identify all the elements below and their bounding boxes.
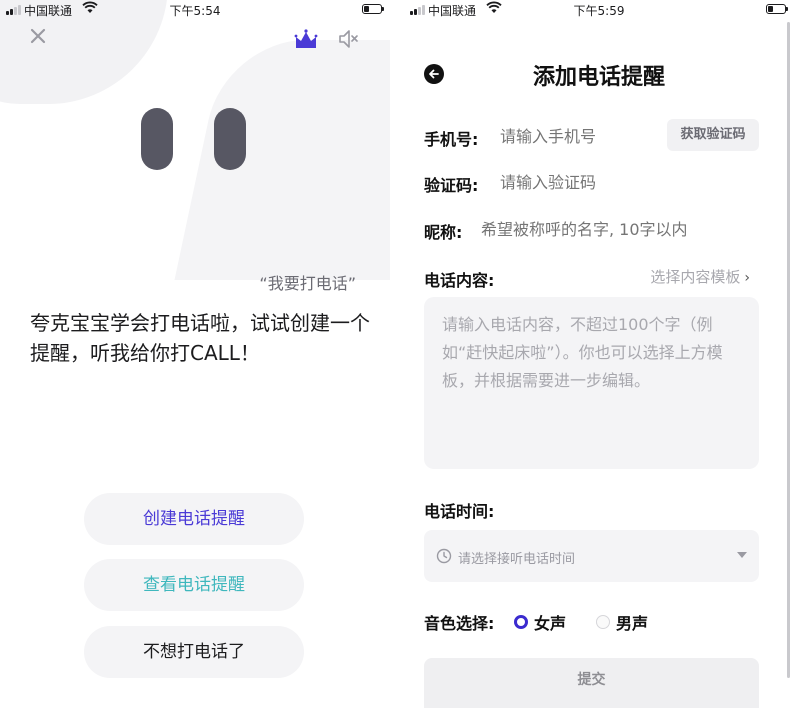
time-select-placeholder: 请选择接听电话时间	[458, 552, 576, 567]
code-label: 验证码:	[424, 176, 479, 195]
mute-button[interactable]	[338, 29, 360, 49]
status-bar: 中国联通 下午5:59	[404, 0, 794, 20]
decline-button[interactable]: 不想打电话了	[84, 626, 304, 678]
voice-male-radio[interactable]: 男声	[596, 610, 648, 634]
panel-divider	[390, 0, 404, 708]
phone-label: 手机号:	[424, 130, 479, 149]
voice-male-label: 男声	[616, 614, 649, 633]
radio-selected-icon	[514, 615, 528, 629]
content-placeholder: 请输入电话内容，不超过100个字（例如“赶快起床啦”）。你也可以选择上方模板，并…	[442, 315, 723, 390]
submit-button[interactable]: 提交	[424, 658, 759, 708]
close-button[interactable]	[28, 28, 48, 48]
close-icon	[30, 28, 46, 44]
speaker-mute-icon	[339, 30, 358, 48]
content-label: 电话内容:	[424, 271, 495, 290]
radio-unselected-icon	[596, 615, 610, 629]
background-shape	[174, 40, 390, 280]
crown-button[interactable]	[294, 28, 318, 50]
add-reminder-screen: 中国联通 下午5:59 添加电话提醒 手机号: 获取验证码 验证码: 昵称: 电…	[404, 0, 794, 708]
scrollbar[interactable]	[787, 22, 790, 678]
status-time: 下午5:54	[169, 4, 221, 18]
time-label: 电话时间:	[424, 502, 495, 521]
battery-icon	[766, 4, 788, 14]
page-title: 添加电话提醒	[532, 65, 665, 90]
clock-icon	[436, 548, 452, 564]
time-select[interactable]: 请选择接听电话时间	[424, 530, 759, 582]
view-reminders-button[interactable]: 查看电话提醒	[84, 559, 304, 611]
get-code-button[interactable]: 获取验证码	[667, 119, 759, 151]
mascot-right-eye	[214, 108, 246, 170]
voice-label: 音色选择:	[424, 614, 495, 633]
nickname-label: 昵称:	[424, 223, 463, 242]
speech-quote: “我要打电话”	[259, 274, 356, 293]
choose-template-link[interactable]: 选择内容模板 ›	[650, 266, 750, 287]
battery-icon	[362, 4, 384, 14]
code-input[interactable]	[500, 173, 740, 192]
phone-input[interactable]	[500, 127, 660, 146]
create-reminder-button[interactable]: 创建电话提醒	[84, 493, 304, 545]
voice-female-radio[interactable]: 女声	[514, 610, 566, 634]
voice-female-label: 女声	[534, 614, 567, 633]
dropdown-caret-icon	[737, 552, 747, 558]
status-bar: 中国联通 下午5:54	[0, 0, 390, 20]
nickname-input[interactable]	[481, 220, 751, 239]
intro-text: 夸克宝宝学会打电话啦，试试创建一个提醒，听我给你打CALL！	[30, 311, 370, 365]
crown-icon	[294, 29, 318, 48]
content-textarea[interactable]: 请输入电话内容，不超过100个字（例如“赶快起床啦”）。你也可以选择上方模板，并…	[424, 297, 759, 469]
mascot-left-eye	[141, 108, 173, 170]
status-time: 下午5:59	[573, 4, 625, 18]
chevron-right-icon: ›	[744, 270, 750, 286]
intro-screen: 中国联通 下午5:54 “我要打电话” 夸克宝宝学会打电话啦，试试创建一个提醒，…	[0, 0, 390, 708]
choose-template-label: 选择内容模板	[650, 268, 741, 286]
